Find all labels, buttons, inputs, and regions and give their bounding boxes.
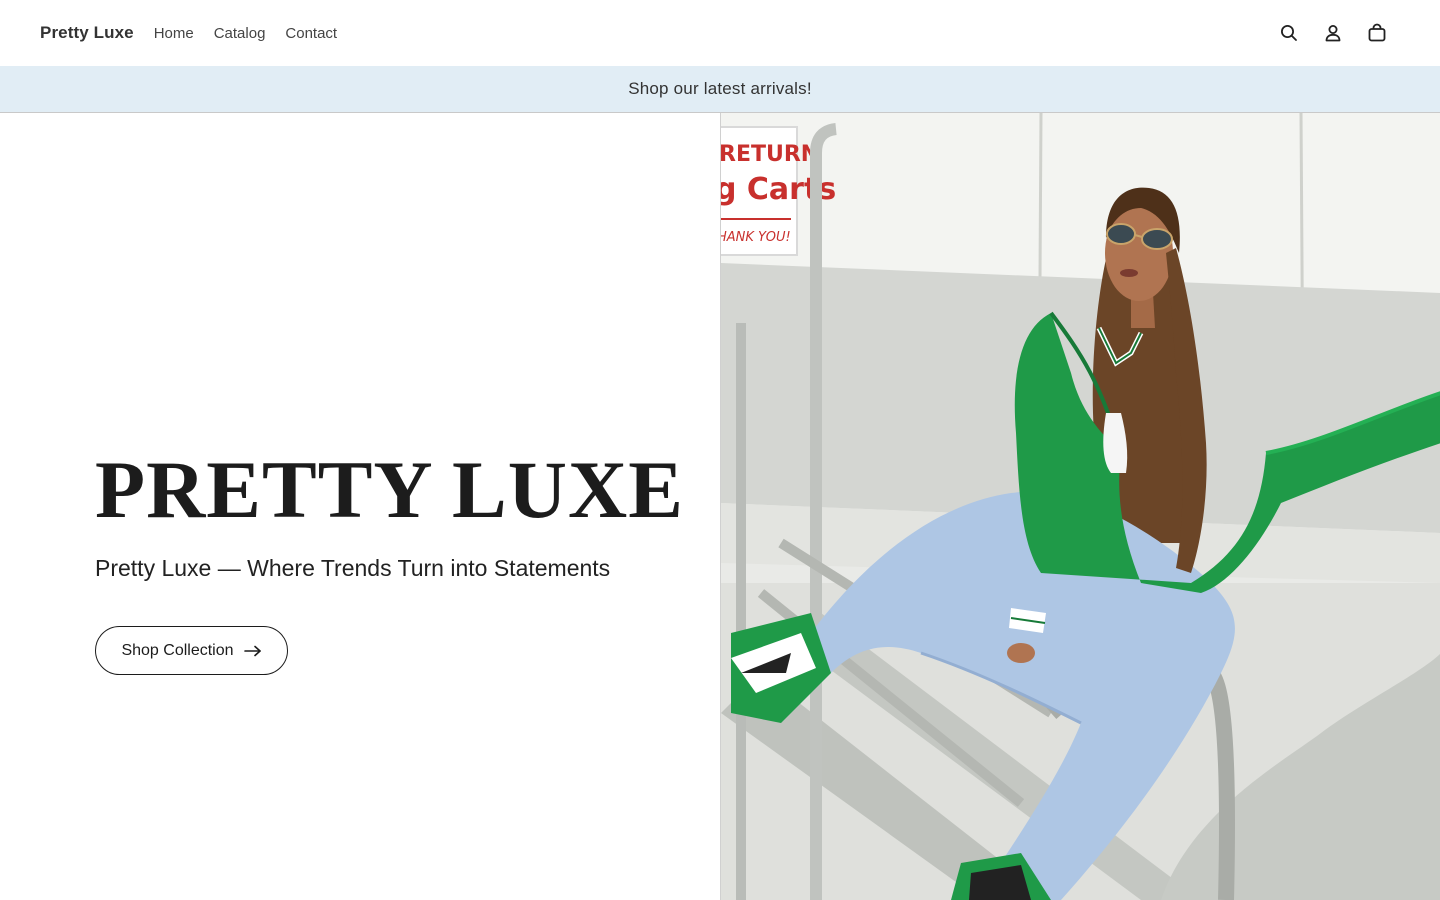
account-icon [1325,25,1341,42]
hero-section: PRETTY LUXE Pretty Luxe — Where Trends T… [0,113,1440,900]
search-icon [1281,25,1297,41]
hero-subtitle: Pretty Luxe — Where Trends Turn into Sta… [95,555,611,581]
nav-contact-link[interactable]: Contact [285,25,337,42]
announcement-bar: Shop our latest arrivals! [0,66,1440,113]
brand-logo[interactable]: Pretty Luxe [40,23,134,43]
hero-title: PRETTY LUXE [95,444,684,535]
shop-collection-button[interactable]: Shop Collection [95,626,288,675]
account-button[interactable] [1322,22,1344,44]
cart-icon [1368,23,1386,42]
sign-line-3: HANK YOU! [721,230,791,245]
shop-collection-label: Shop Collection [121,641,234,659]
hero-photo-illustration: RETURN g Carts HANK YOU! [721,113,1440,900]
header-icons [1278,22,1400,44]
nav-home-link[interactable]: Home [154,25,194,42]
sign-line-1: RETURN [721,142,819,167]
nav-catalog-link[interactable]: Catalog [214,25,266,42]
cart-button[interactable] [1366,22,1388,44]
main-nav: Home Catalog Contact [154,25,337,42]
arrow-right-icon [243,645,261,656]
search-button[interactable] [1278,22,1300,44]
site-header: Pretty Luxe Home Catalog Contact [0,0,1440,66]
hero-text-panel: PRETTY LUXE Pretty Luxe — Where Trends T… [0,113,720,900]
hero-photo: RETURN g Carts HANK YOU! [720,113,1440,900]
announcement-text: Shop our latest arrivals! [628,79,812,98]
